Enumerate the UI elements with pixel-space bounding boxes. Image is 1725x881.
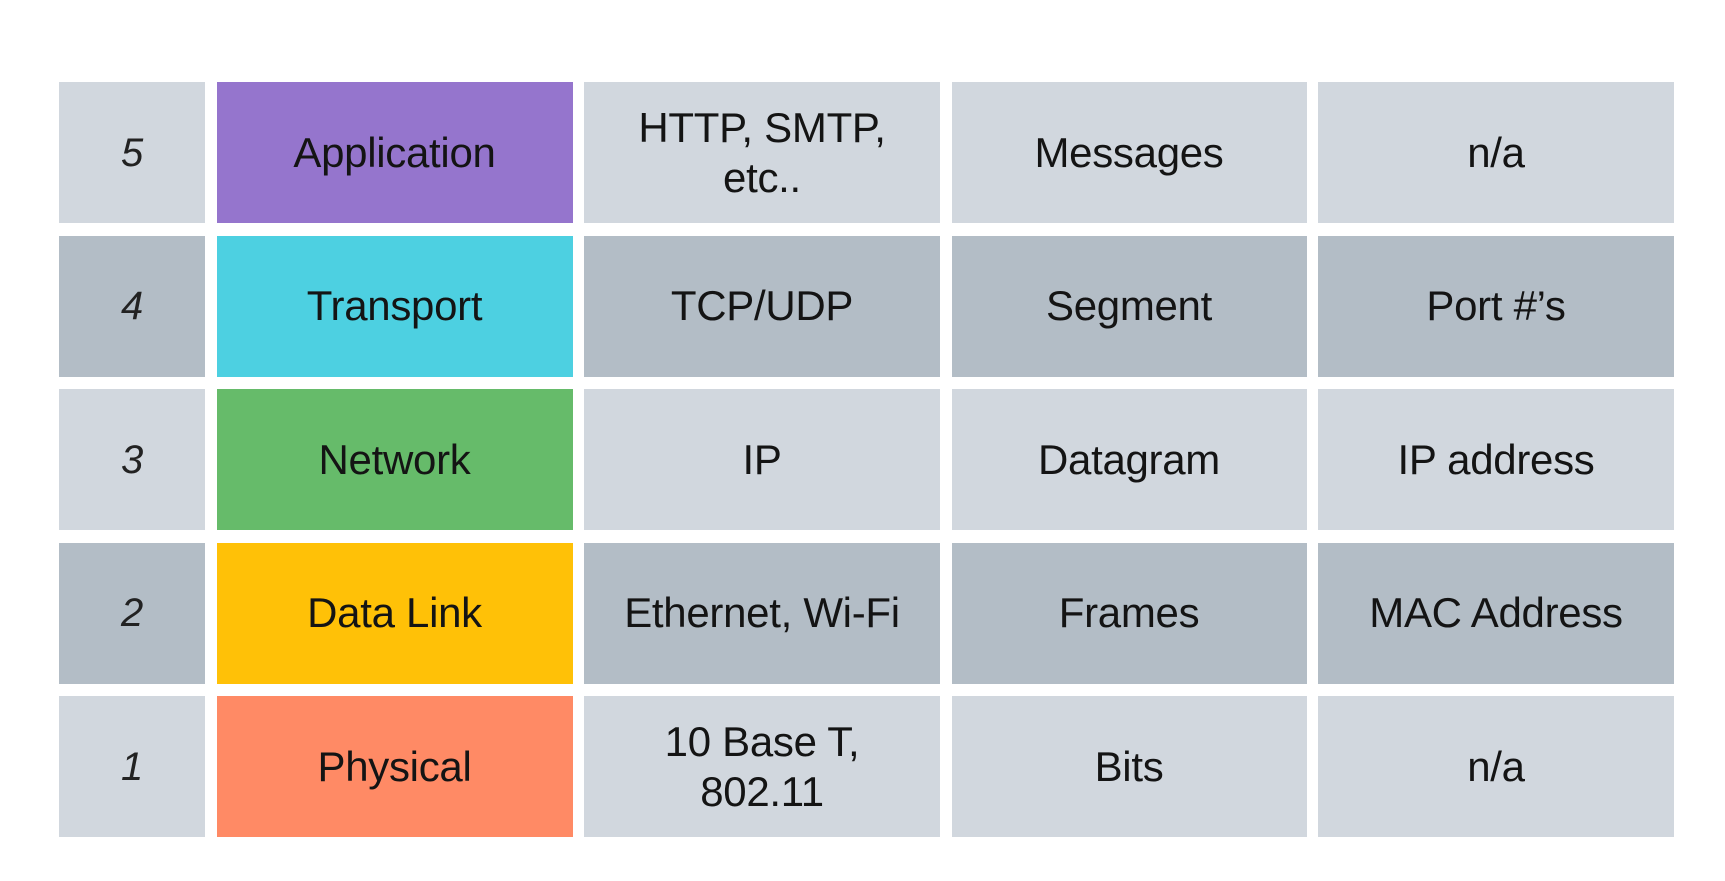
layer-pdu: Bits (951, 696, 1307, 837)
osi-layer-table: 5 Application HTTP, SMTP, etc.. Messages… (59, 82, 1674, 837)
layer-protocols: 10 Base T, 802.11 (584, 696, 940, 837)
layer-name-application: Application (216, 82, 573, 223)
layer-addressing: IP address (1318, 389, 1674, 530)
layer-name-transport: Transport (216, 235, 573, 377)
layer-number: 4 (59, 235, 205, 377)
layer-name-physical: Physical (216, 696, 573, 837)
layer-protocols: Ethernet, Wi-Fi (584, 542, 940, 684)
layer-number: 1 (59, 696, 205, 837)
layer-pdu: Datagram (951, 389, 1307, 530)
layer-number: 5 (59, 82, 205, 223)
layer-addressing: Port #’s (1318, 235, 1674, 377)
layer-addressing: n/a (1318, 82, 1674, 223)
layer-name-network: Network (216, 389, 573, 530)
layer-number: 2 (59, 542, 205, 684)
layer-addressing: n/a (1318, 696, 1674, 837)
layer-protocols: HTTP, SMTP, etc.. (584, 82, 940, 223)
layer-protocols: TCP/UDP (584, 235, 940, 377)
layer-pdu: Messages (951, 82, 1307, 223)
layer-pdu: Segment (951, 235, 1307, 377)
layer-addressing: MAC Address (1318, 542, 1674, 684)
layer-number: 3 (59, 389, 205, 530)
layer-pdu: Frames (951, 542, 1307, 684)
layer-name-data-link: Data Link (216, 542, 573, 684)
layer-protocols: IP (584, 389, 940, 530)
